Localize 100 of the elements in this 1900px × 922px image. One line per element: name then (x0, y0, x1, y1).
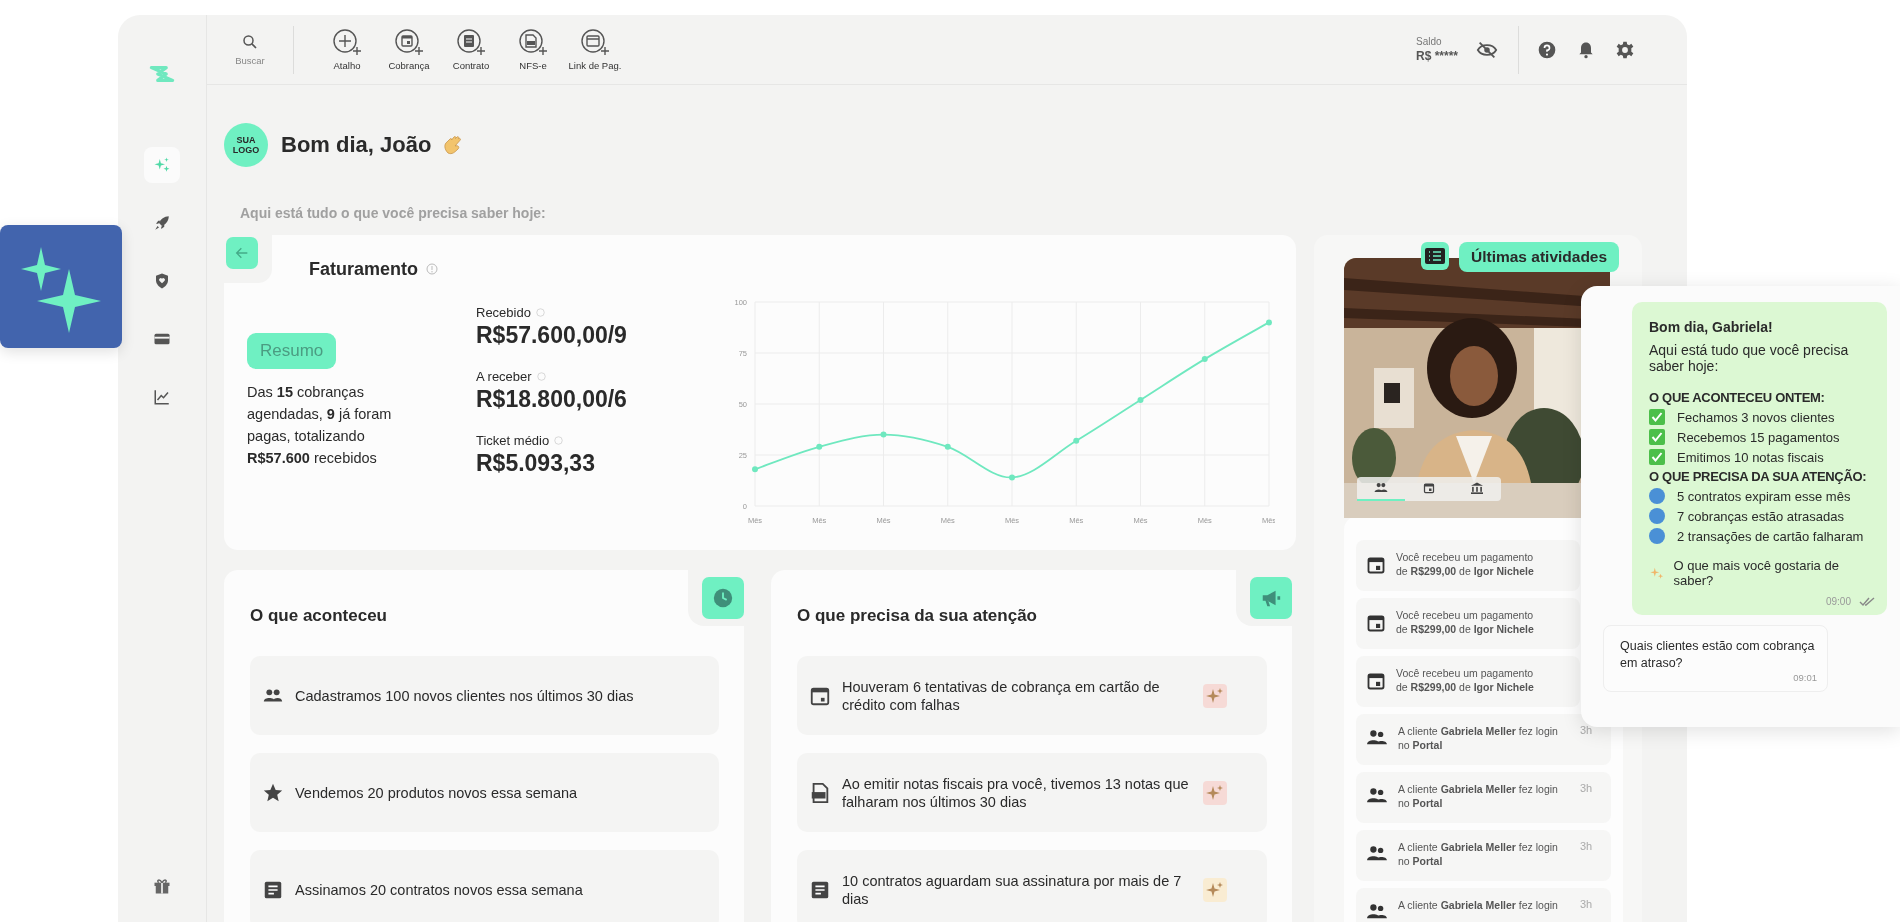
invoice-add-icon (518, 28, 548, 56)
chat-list-item: Recebemos 15 pagamentos (1677, 429, 1840, 445)
invoice-document-icon (809, 781, 831, 804)
chat-list-item: 5 contratos expiram esse mês (1677, 488, 1851, 504)
activity-item[interactable]: Você recebeu um pagamento de R$299,00 de Igor Nichele (1356, 656, 1580, 707)
insight-item[interactable]: Assinamos 20 contratos novos essa semana (250, 850, 719, 922)
dot-icon (1649, 528, 1665, 544)
clock-icon (712, 587, 734, 609)
chart-point (1009, 474, 1015, 481)
chat-title: Bom dia, Gabriela! (1649, 319, 1774, 335)
chat-text: Aqui está tudo que você precisa saber hoje: (1649, 342, 1850, 374)
insight-item[interactable]: Vendemos 20 produtos novos essa semana (250, 753, 719, 832)
calendar-icon (1423, 482, 1435, 494)
chat-text: Quais clientes estão com cobrança em atraso? (1620, 638, 1816, 672)
sparkles-icon (153, 156, 171, 174)
chart-point (1266, 319, 1272, 326)
activity-text: A cliente Gabriela Meller fez login no Portal (1398, 840, 1559, 868)
add-circle-icon (332, 28, 362, 56)
stat-value: R$18.800,00/6 (476, 386, 628, 413)
calendar-icon (1366, 613, 1386, 633)
chart-point (816, 443, 823, 450)
activity-item[interactable]: A cliente Gabriela Meller fez login no Portal 3h (1356, 714, 1611, 765)
insight-text: Cadastramos 100 novos clientes nos últimos 30 dias (295, 686, 635, 705)
chat-list-item: Fechamos 3 novos clientes (1677, 409, 1835, 425)
shield-icon (153, 272, 171, 290)
bank-icon (1470, 482, 1484, 494)
insight-item[interactable]: 10 contratos aguardam sua assinatura por mais de 7 dias (797, 850, 1267, 922)
message-time: 09:01 (1792, 672, 1817, 683)
activity-item[interactable]: Você recebeu um pagamento de R$299,00 de Igor Nichele (1356, 540, 1580, 591)
panel-title: O que aconteceu (250, 606, 388, 626)
balance-value: R$ ***** (1415, 49, 1458, 63)
chat-heading: O QUE PRECISA DA SUA ATENÇÃO: (1649, 469, 1868, 484)
activity-time: 3h (1580, 840, 1593, 852)
chat-list-item: 7 cobranças estão atrasadas (1677, 508, 1844, 524)
greeting-subtitle: Aqui está tudo o que você precisa saber hoje: (240, 205, 547, 221)
toolbar-button[interactable]: Cobrança (378, 28, 440, 71)
toolbar-button[interactable]: Atalho (316, 28, 378, 71)
dot-icon (1649, 508, 1665, 524)
insight-text: Assinamos 20 contratos novos essa semana (295, 880, 584, 899)
toolbar-button[interactable]: Link de Pag. (564, 28, 626, 71)
chat-heading: O QUE ACONTECEU ONTEM: (1649, 390, 1826, 405)
check-icon (1649, 429, 1665, 445)
help-icon[interactable] (1537, 39, 1557, 60)
list-icon (1425, 248, 1445, 264)
activity-text: A cliente Gabriela Meller fez login no Portal (1398, 724, 1559, 752)
message-time: 09:00 (1825, 596, 1851, 607)
people-icon (1374, 482, 1388, 494)
chart-point (880, 431, 887, 438)
activity-time: 3h (1580, 782, 1593, 794)
line-chart-icon (153, 388, 171, 406)
insight-item[interactable]: Houveram 6 tentativas de cobrança em cartão de crédito com falhas (797, 656, 1267, 735)
activity-item[interactable]: A cliente Gabriela Meller fez login no Portal 3h (1356, 830, 1611, 881)
chart-point (1073, 437, 1080, 444)
clock-button[interactable] (702, 577, 744, 619)
card-add-icon (580, 28, 610, 56)
balance-label: Saldo (1415, 36, 1443, 47)
activity-title: Últimas atividades (1459, 242, 1620, 272)
settings-icon[interactable] (1615, 39, 1635, 60)
sparkle-badge-icon[interactable] (1203, 683, 1227, 708)
activity-text: Você recebeu um pagamento de R$299,00 de Igor Nichele (1396, 608, 1535, 636)
megaphone-button[interactable] (1250, 577, 1292, 619)
insight-item[interactable]: Cadastramos 100 novos clientes nos últimos 30 dias (250, 656, 719, 735)
toolbar-button[interactable]: NFS-e (502, 28, 564, 71)
stat-label: Recebido (476, 305, 531, 320)
people-icon (1366, 903, 1388, 921)
chat-list-item: Emitimos 10 notas fiscais (1677, 449, 1824, 465)
sparkle-badge-icon[interactable] (1203, 877, 1227, 902)
activity-text: A cliente Gabriela Meller fez login no Portal (1398, 782, 1559, 810)
activity-item[interactable]: Você recebeu um pagamento de R$299,00 de Igor Nichele (1356, 598, 1580, 649)
check-icon (1649, 449, 1665, 465)
dot-icon (1649, 488, 1665, 504)
insight-text: Vendemos 20 produtos novos essa semana (295, 783, 579, 802)
chart-point (944, 443, 951, 450)
chat-list-item: 2 transações de cartão falharam (1677, 528, 1864, 544)
people-icon (1366, 787, 1388, 805)
activity-item[interactable]: A cliente Gabriela Meller fez login no Portal 3h (1356, 772, 1611, 823)
hide-balance-icon[interactable] (1476, 39, 1498, 60)
panel-title: O que precisa da sua atenção (797, 606, 1038, 626)
sparkle-badge-icon[interactable] (1203, 780, 1227, 805)
chart-point (1201, 356, 1208, 363)
gift-icon[interactable] (152, 876, 172, 896)
chat-question: O que mais você gostaria de saber? (1673, 558, 1840, 588)
stat-label: A receber (476, 369, 532, 384)
stat-value: R$5.093,33 (476, 450, 596, 477)
read-receipt-icon (1859, 596, 1875, 607)
activity-item[interactable]: A cliente Gabriela Meller fez login 3h (1356, 888, 1611, 922)
list-button[interactable] (1421, 242, 1449, 270)
insight-item[interactable]: Ao emitir notas fiscais pra você, tivemos 13 notas que falharam nos últimos 30 dias (797, 753, 1267, 832)
toolbar-button[interactable]: Contrato (440, 28, 502, 71)
chart-point (1137, 396, 1144, 403)
stat-label: Ticket médio (476, 433, 550, 448)
calendar-icon (1366, 671, 1386, 691)
insight-text: Houveram 6 tentativas de cobrança em cartão de crédito com falhas (842, 677, 1161, 714)
activity-time: 3h (1580, 724, 1593, 736)
greeting-title: Bom dia, João (281, 132, 432, 158)
logo-badge: SUA LOGO (224, 123, 268, 167)
card-title: Faturamento (309, 258, 418, 280)
summary-text: Das 15 cobranças agendadas, 9 já foram pagas, totalizando R$57.600 recebidos (247, 383, 393, 468)
calendar-icon (1366, 555, 1386, 575)
stat-value: R$57.600,00/9 (476, 322, 628, 349)
